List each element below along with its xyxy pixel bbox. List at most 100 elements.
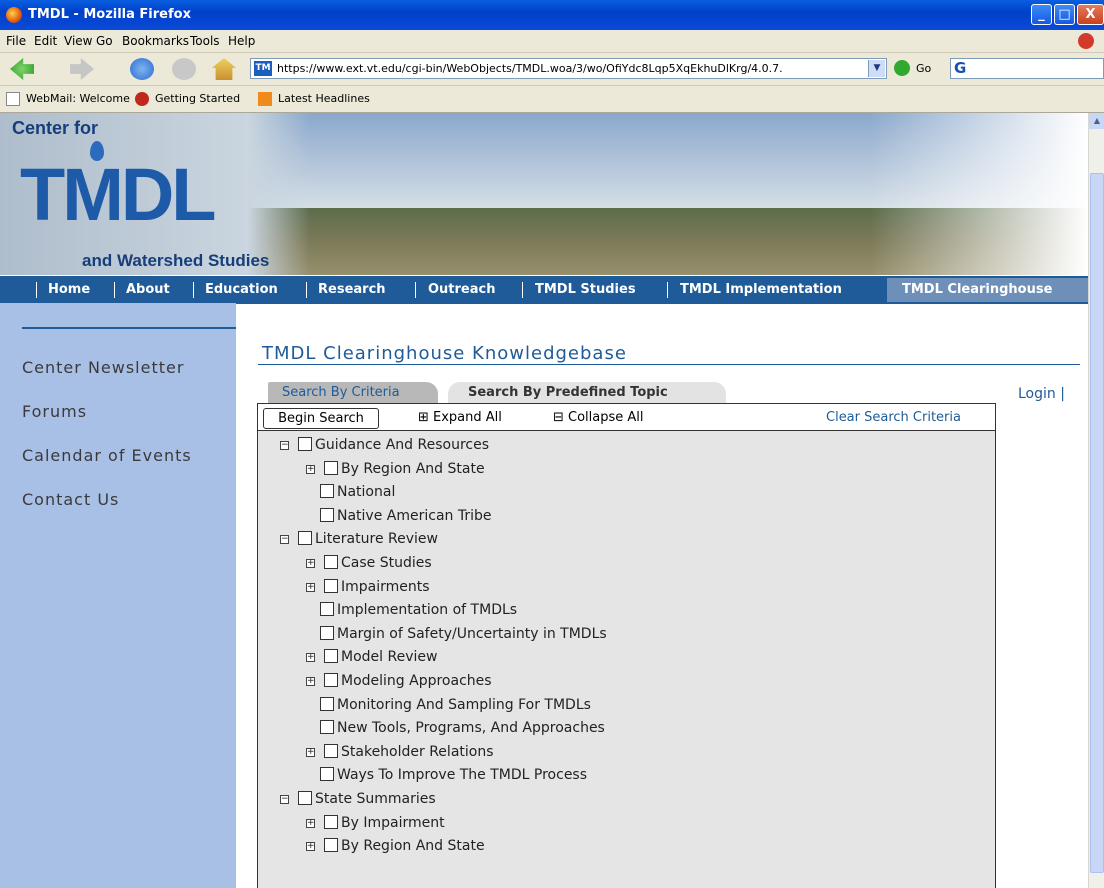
sidebar-item-forums[interactable]: Forums — [22, 402, 87, 421]
back-icon[interactable] — [10, 58, 34, 80]
tree-node-label: State Summaries — [315, 791, 436, 807]
expand-node-icon[interactable]: + — [306, 842, 315, 852]
expand-node-icon[interactable]: + — [306, 818, 315, 828]
tree-node-label: Literature Review — [315, 531, 438, 548]
bookmark-latest-headlines[interactable]: Latest Headlines — [278, 92, 370, 105]
menu-edit[interactable]: Edit — [34, 34, 57, 48]
google-icon: G — [954, 59, 967, 77]
menu-file[interactable]: File — [6, 34, 26, 48]
page-title: TMDL Clearinghouse Knowledgebase — [262, 343, 627, 364]
nav-education[interactable]: Education — [205, 282, 278, 297]
begin-search-button[interactable]: Begin Search — [263, 408, 379, 429]
collapse-node-icon[interactable]: − — [280, 795, 289, 804]
reload-icon[interactable] — [130, 58, 154, 80]
nav-research[interactable]: Research — [318, 282, 386, 297]
nav-tmdl-clearinghouse[interactable]: TMDL Clearinghouse — [902, 282, 1052, 297]
tree-node-checkbox[interactable] — [324, 743, 338, 758]
tree-node-label: Model Review — [341, 649, 438, 666]
nav-tmdl-studies[interactable]: TMDL Studies — [535, 282, 636, 297]
window-titlebar: TMDL - Mozilla Firefox _ □ X — [0, 0, 1104, 30]
tree-node-checkbox[interactable] — [320, 767, 334, 782]
expand-node-icon[interactable]: + — [306, 582, 315, 592]
close-button[interactable]: X — [1077, 4, 1104, 25]
logo-tmdl: TMDL — [20, 153, 216, 236]
tab-search-by-criteria[interactable]: Search By Criteria — [268, 382, 438, 403]
logo-watershed: and Watershed Studies — [82, 251, 270, 270]
nav-separator — [522, 282, 523, 298]
tab-label: Search By Criteria — [282, 385, 400, 400]
url-bar[interactable]: TM https://www.ext.vt.edu/cgi-bin/WebObj… — [250, 58, 887, 79]
tree-node-checkbox[interactable] — [324, 673, 338, 687]
banner-fade — [870, 113, 1088, 275]
expand-node-icon[interactable]: + — [306, 559, 315, 568]
expand-node-icon[interactable]: + — [306, 677, 315, 686]
clear-search-criteria-link[interactable]: Clear Search Criteria — [826, 410, 961, 425]
vertical-scrollbar[interactable]: ▲ — [1088, 113, 1104, 888]
tree-node-checkbox[interactable] — [298, 791, 312, 805]
tree-node-label: By Impairment — [341, 814, 445, 831]
menu-help[interactable]: Help — [228, 34, 255, 48]
collapse-all-button[interactable]: ⊟ Collapse All — [553, 410, 644, 425]
google-search-box[interactable]: G — [950, 58, 1104, 79]
menu-bookmarks[interactable]: Bookmarks — [122, 34, 189, 48]
forward-icon[interactable] — [70, 58, 94, 80]
site-favicon: TM — [254, 61, 272, 76]
url-dropdown-icon[interactable]: ▼ — [868, 60, 885, 77]
tree-node-checkbox[interactable] — [298, 531, 312, 546]
nav-separator — [667, 282, 668, 298]
tree-node-checkbox[interactable] — [324, 814, 338, 829]
bookmark-getting-started[interactable]: Getting Started — [155, 92, 240, 105]
rss-icon — [258, 92, 272, 106]
tree-node-checkbox[interactable] — [324, 460, 338, 475]
menu-view[interactable]: View — [64, 34, 92, 48]
menu-tools[interactable]: Tools — [190, 34, 220, 48]
sidebar-item-contact-us[interactable]: Contact Us — [22, 490, 119, 509]
maximize-button[interactable]: □ — [1054, 4, 1075, 25]
tree-node-label: New Tools, Programs, And Approaches — [337, 720, 605, 737]
menu-go[interactable]: Go — [96, 34, 113, 48]
go-label[interactable]: Go — [916, 62, 931, 75]
getting-started-icon — [135, 92, 149, 106]
nav-outreach[interactable]: Outreach — [428, 282, 495, 297]
tree-node-checkbox[interactable] — [320, 696, 334, 711]
page-content: Center for TMDL and Watershed Studies Ho… — [0, 113, 1088, 888]
collapse-node-icon[interactable]: − — [280, 535, 289, 545]
stop-icon[interactable] — [172, 58, 196, 80]
nav-separator — [193, 282, 194, 298]
url-text[interactable]: https://www.ext.vt.edu/cgi-bin/WebObject… — [277, 62, 857, 75]
expand-node-icon[interactable]: + — [306, 747, 315, 757]
sidebar-item-center-newsletter[interactable]: Center Newsletter — [22, 358, 184, 377]
page-icon — [6, 92, 20, 106]
header-banner: Center for TMDL and Watershed Studies — [0, 113, 1088, 275]
scrollbar-thumb[interactable] — [1090, 173, 1104, 873]
expand-node-icon[interactable]: + — [306, 653, 315, 663]
tree-node-checkbox[interactable] — [320, 602, 334, 617]
home-icon[interactable] — [212, 58, 236, 80]
tree-node-checkbox[interactable] — [324, 649, 338, 664]
tab-search-by-predefined-topic[interactable]: Search By Predefined Topic — [448, 382, 726, 403]
search-toolbar: Begin Search ⊞ Expand All ⊟ Collapse All… — [257, 403, 996, 431]
tree-node-checkbox[interactable] — [320, 507, 334, 522]
expand-all-button[interactable]: ⊞ Expand All — [418, 410, 502, 425]
firefox-icon — [6, 7, 22, 23]
logo-center-for: Center for — [12, 118, 99, 138]
tree-node-checkbox[interactable] — [298, 437, 312, 451]
tree-node-checkbox[interactable] — [320, 720, 334, 735]
nav-about[interactable]: About — [126, 282, 170, 297]
nav-home[interactable]: Home — [48, 282, 90, 297]
expand-node-icon[interactable]: + — [306, 464, 315, 474]
minimize-button[interactable]: _ — [1031, 4, 1052, 25]
collapse-node-icon[interactable]: − — [280, 441, 289, 450]
bookmark-webmail[interactable]: WebMail: Welcome — [26, 92, 130, 105]
login-link[interactable]: Login | — [1018, 386, 1065, 402]
go-icon[interactable] — [894, 60, 910, 76]
tree-node-checkbox[interactable] — [320, 484, 334, 499]
tree-node-checkbox[interactable] — [324, 838, 338, 853]
sidebar-item-calendar[interactable]: Calendar of Events — [22, 446, 192, 465]
nav-tmdl-implementation[interactable]: TMDL Implementation — [680, 282, 842, 297]
tree-node-checkbox[interactable] — [324, 555, 338, 569]
scroll-up-icon[interactable]: ▲ — [1089, 113, 1104, 129]
tree-node-checkbox[interactable] — [324, 578, 338, 593]
tree-node-label: By Region And State — [341, 460, 485, 477]
tree-node-checkbox[interactable] — [320, 625, 334, 640]
